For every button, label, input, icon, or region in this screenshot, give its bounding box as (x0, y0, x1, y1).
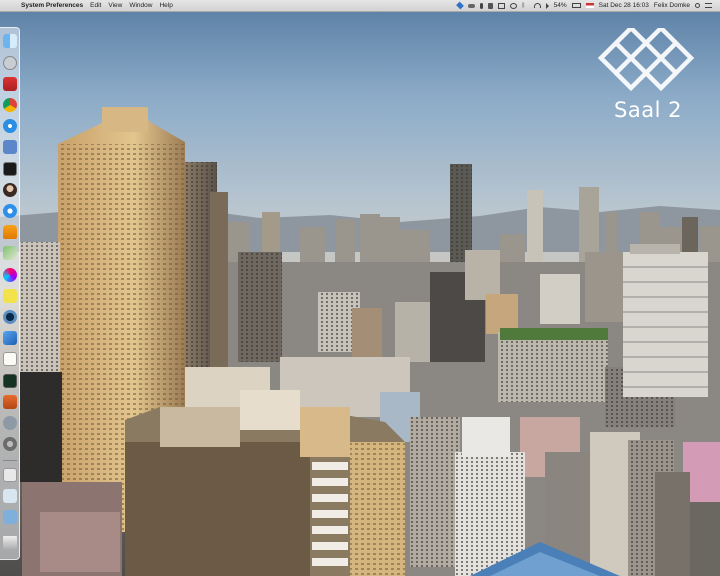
menu-view[interactable]: View (108, 2, 122, 9)
app-menu-system-preferences[interactable]: System Preferences (21, 2, 83, 9)
documents-stack-icon[interactable] (3, 468, 17, 482)
xcode-icon[interactable] (3, 331, 17, 345)
menu-help[interactable]: Help (159, 2, 172, 9)
chrome-icon[interactable] (3, 98, 17, 112)
system-preferences-icon[interactable] (3, 437, 17, 451)
vlc-icon[interactable] (3, 225, 17, 239)
status-area: ᛒ 54% Sat Dec 28 16:03 Felix Domke (455, 1, 712, 10)
dropbox-icon[interactable] (455, 1, 464, 10)
user-name[interactable]: Felix Domke (654, 2, 690, 9)
activity-monitor-icon[interactable] (3, 374, 17, 388)
menu-window[interactable]: Window (129, 2, 152, 9)
menubar: System Preferences Edit View Window Help… (0, 0, 720, 12)
clock[interactable]: Sat Dec 28 16:03 (599, 2, 649, 9)
itunes-icon[interactable] (3, 204, 17, 218)
lock-icon[interactable] (487, 2, 493, 9)
flag-icon[interactable] (585, 3, 594, 8)
watermark-label: Saal 2 (614, 98, 682, 122)
volume-icon[interactable] (545, 2, 549, 9)
mic-icon[interactable] (479, 2, 483, 9)
spotlight-icon[interactable] (695, 3, 700, 8)
trash-icon[interactable] (3, 536, 17, 550)
photo-booth-icon[interactable] (3, 77, 17, 91)
notification-center-icon[interactable] (705, 3, 712, 8)
dock-separator (3, 460, 17, 461)
display-icon[interactable] (497, 2, 505, 9)
cloud-icon[interactable] (467, 3, 475, 8)
maps-icon[interactable] (3, 246, 17, 260)
menu-edit[interactable]: Edit (90, 2, 101, 9)
terminal-icon[interactable] (3, 162, 17, 176)
photo-icon[interactable] (3, 395, 17, 409)
battery-percent: 54% (553, 2, 567, 9)
time-machine-status-icon[interactable] (509, 2, 517, 9)
contacts-avatar-icon[interactable] (3, 183, 17, 197)
textedit-icon[interactable] (3, 352, 17, 366)
preview-icon[interactable] (3, 140, 17, 154)
battery-icon[interactable] (571, 3, 581, 8)
time-machine-icon[interactable] (3, 310, 17, 324)
safari-icon[interactable] (3, 119, 17, 133)
downloads-stack-icon[interactable] (3, 489, 17, 503)
finder-icon[interactable] (3, 34, 17, 48)
color-sync-icon[interactable] (3, 268, 17, 282)
dock (0, 27, 20, 560)
sticky-icon[interactable] (3, 289, 17, 303)
bluetooth-icon[interactable]: ᛒ (522, 3, 529, 9)
launchpad-icon[interactable] (3, 56, 17, 70)
wifi-icon[interactable] (533, 3, 541, 8)
app-store-icon[interactable] (3, 416, 17, 430)
folder-icon[interactable] (3, 510, 17, 524)
